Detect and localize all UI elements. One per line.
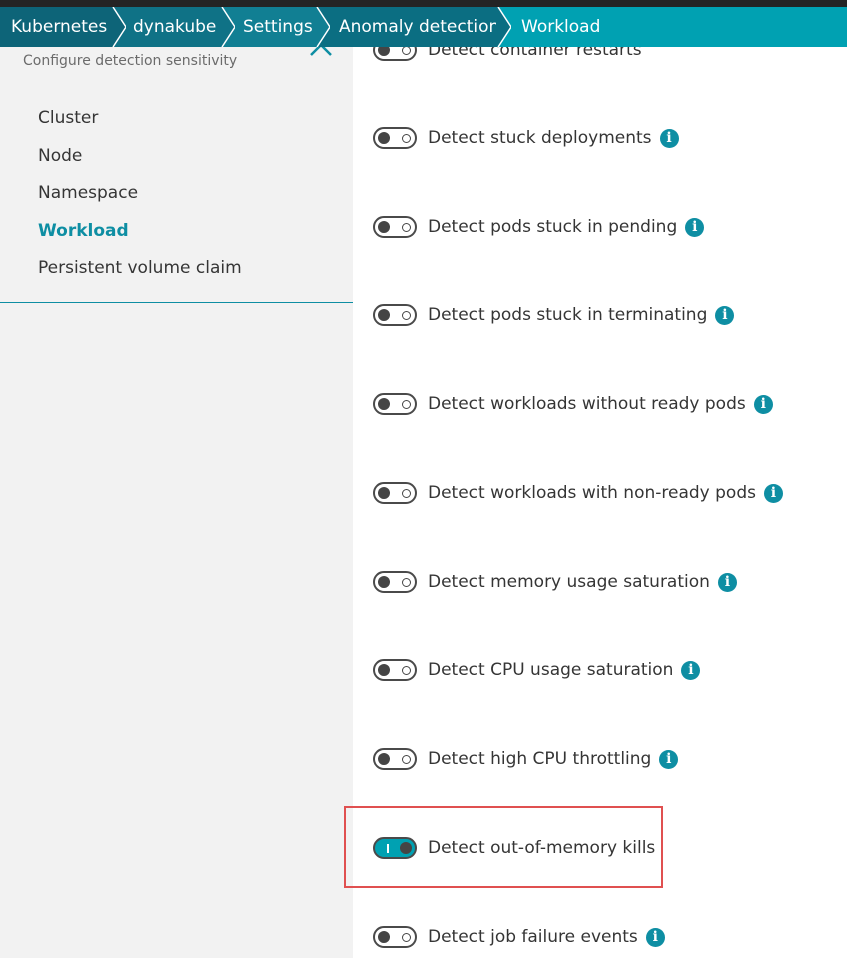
toggle-out-of-memory-kills[interactable] xyxy=(373,837,417,859)
setting-row-out-of-memory-kills: Detect out-of-memory kills xyxy=(373,833,655,863)
sidebar-item-namespace[interactable]: Namespace xyxy=(0,180,353,218)
chevron-right-icon xyxy=(220,7,235,47)
setting-label: Detect workloads without ready pods xyxy=(428,394,746,414)
sidebar-item-cluster[interactable]: Cluster xyxy=(0,105,353,143)
setting-label: Detect CPU usage saturation xyxy=(428,660,674,680)
breadcrumb-label: Kubernetes xyxy=(11,17,108,37)
chevron-right-icon xyxy=(496,7,511,47)
info-icon[interactable]: i xyxy=(685,217,705,237)
sidebar-item-workload[interactable]: Workload xyxy=(0,218,353,256)
breadcrumb-anomaly-detection[interactable]: Anomaly detection xyxy=(316,7,511,47)
sidebar-subtitle: Configure detection sensitivity xyxy=(23,53,238,69)
breadcrumb-kubernetes[interactable]: Kubernetes xyxy=(0,7,126,47)
toggle-workloads-without-ready-pods[interactable] xyxy=(373,393,417,415)
toggle-stuck-deployments[interactable] xyxy=(373,127,417,149)
setting-label: Detect stuck deployments xyxy=(428,128,652,148)
info-icon[interactable]: i xyxy=(715,305,735,325)
breadcrumb-label: dynakube xyxy=(133,17,217,37)
sidebar: Configure detection sensitivity Cluster … xyxy=(0,43,353,958)
info-icon[interactable]: i xyxy=(681,660,701,680)
setting-row-cpu-usage-saturation: Detect CPU usage saturation i xyxy=(373,655,701,685)
setting-label: Detect memory usage saturation xyxy=(428,572,710,592)
info-icon[interactable]: i xyxy=(645,927,665,947)
info-icon[interactable]: i xyxy=(717,572,737,592)
toggle-workloads-non-ready-pods[interactable] xyxy=(373,482,417,504)
setting-label: Detect out-of-memory kills xyxy=(428,838,656,858)
breadcrumb-workload[interactable]: Workload xyxy=(497,7,847,47)
info-icon[interactable]: i xyxy=(659,128,679,148)
breadcrumb-label: Settings xyxy=(243,17,313,37)
breadcrumb-settings[interactable]: Settings xyxy=(221,7,330,47)
sidebar-nav: Cluster Node Namespace Workload Persiste… xyxy=(0,105,353,293)
info-icon[interactable]: i xyxy=(659,749,679,769)
setting-row-high-cpu-throttling: Detect high CPU throttling i xyxy=(373,744,679,774)
setting-row-pods-stuck-pending: Detect pods stuck in pending i xyxy=(373,212,705,242)
sidebar-item-node[interactable]: Node xyxy=(0,143,353,181)
toggle-memory-usage-saturation[interactable] xyxy=(373,571,417,593)
setting-label: Detect workloads with non-ready pods xyxy=(428,483,756,503)
toggle-pods-stuck-pending[interactable] xyxy=(373,216,417,238)
toggle-high-cpu-throttling[interactable] xyxy=(373,748,417,770)
breadcrumb-label: Workload xyxy=(521,17,601,37)
info-icon[interactable]: i xyxy=(763,483,783,503)
setting-row-workloads-without-ready-pods: Detect workloads without ready pods i xyxy=(373,389,773,419)
setting-label: Detect high CPU throttling xyxy=(428,749,652,769)
setting-label: Detect job failure events xyxy=(428,927,638,947)
chevron-right-icon xyxy=(111,7,126,47)
setting-row-pods-stuck-terminating: Detect pods stuck in terminating i xyxy=(373,300,735,330)
setting-row-job-failure-events: Detect job failure events i xyxy=(373,922,665,952)
toggle-cpu-usage-saturation[interactable] xyxy=(373,659,417,681)
chevron-right-icon xyxy=(315,7,330,47)
breadcrumb-label: Anomaly detection xyxy=(339,17,500,37)
toggle-pods-stuck-terminating[interactable] xyxy=(373,304,417,326)
settings-panel: Detect container restarts Detect stuck d… xyxy=(353,39,847,958)
breadcrumb: Kubernetes dynakube Settings Anomaly det… xyxy=(0,7,847,47)
toggle-job-failure-events[interactable] xyxy=(373,926,417,948)
info-icon[interactable]: i xyxy=(753,394,773,414)
sidebar-divider xyxy=(0,302,353,303)
setting-label: Detect pods stuck in pending xyxy=(428,217,678,237)
setting-label: Detect pods stuck in terminating xyxy=(428,305,708,325)
setting-row-stuck-deployments: Detect stuck deployments i xyxy=(373,123,679,153)
top-strip xyxy=(0,0,847,7)
breadcrumb-dynakube[interactable]: dynakube xyxy=(112,7,235,47)
setting-row-memory-usage-saturation: Detect memory usage saturation i xyxy=(373,567,737,597)
setting-row-workloads-non-ready-pods: Detect workloads with non-ready pods i xyxy=(373,478,783,508)
sidebar-item-persistent-volume-claim[interactable]: Persistent volume claim xyxy=(0,255,353,293)
